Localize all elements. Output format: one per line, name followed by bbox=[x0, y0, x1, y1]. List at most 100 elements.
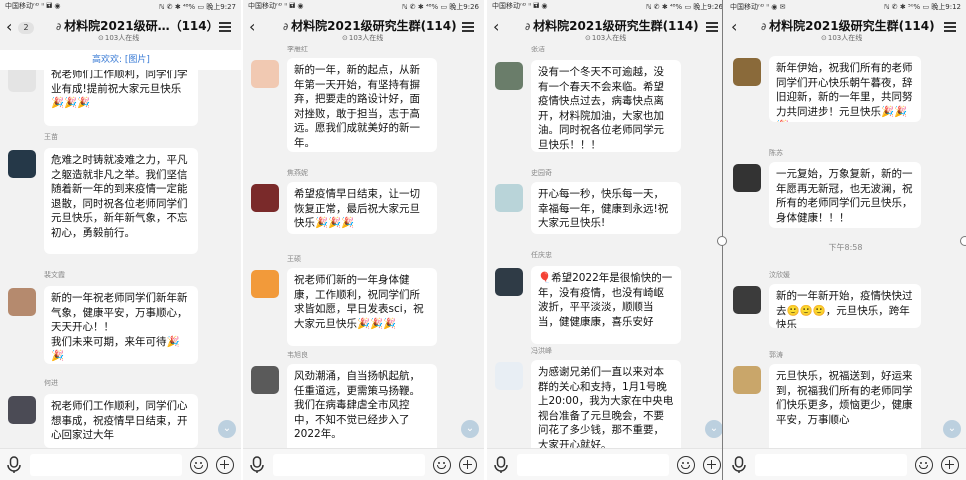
avatar[interactable] bbox=[495, 362, 523, 390]
sender-name: 史园奇 bbox=[531, 169, 552, 177]
message-bubble[interactable]: 危难之时铸就凌难之力，平凡之躯造就非凡之举。我们坚信随着新一年的到来疫情一定能退… bbox=[44, 148, 198, 254]
plus-icon[interactable] bbox=[459, 456, 477, 474]
chat-title-text: 材料院2021级研…（114） bbox=[64, 19, 219, 33]
menu-icon[interactable] bbox=[219, 22, 231, 32]
message-bubble[interactable]: 新的一年祝老师同学们新年新气象，健康平安，万事顺心，天天开心！！ 我们未来可期，… bbox=[44, 286, 198, 364]
emoji-icon[interactable] bbox=[677, 456, 695, 474]
avatar[interactable] bbox=[8, 396, 36, 424]
message-bubble[interactable]: 一元复始，万象复新，新的一年愿再无新冠，也无波澜，祝所有的老师同学们元旦快乐，身… bbox=[769, 162, 921, 228]
message-input[interactable] bbox=[273, 454, 425, 476]
plus-icon[interactable] bbox=[703, 456, 721, 474]
online-count: ⊙103人在线 bbox=[585, 33, 626, 43]
avatar[interactable] bbox=[8, 288, 36, 316]
input-bar bbox=[0, 448, 241, 480]
avatar[interactable] bbox=[495, 184, 523, 212]
plus-icon[interactable] bbox=[941, 456, 959, 474]
avatar[interactable] bbox=[495, 62, 523, 90]
avatar[interactable] bbox=[733, 286, 761, 314]
sender-name: 张洁 bbox=[531, 46, 545, 53]
voice-icon[interactable] bbox=[6, 456, 22, 474]
scroll-down-icon[interactable]: ⌄ bbox=[218, 420, 236, 438]
voice-icon[interactable] bbox=[249, 456, 265, 474]
avatar[interactable] bbox=[8, 150, 36, 178]
scroll-down-icon[interactable]: ⌄ bbox=[943, 420, 961, 438]
sender-name: 陈苏 bbox=[769, 149, 783, 157]
avatar[interactable] bbox=[251, 60, 279, 88]
voice-icon[interactable] bbox=[731, 456, 747, 474]
back-arrow-icon[interactable]: ‹ bbox=[6, 18, 12, 36]
phone-screen: 中国移动ⁿᴰ ᴵᴵ ◉ ✉ ℕ ✆ ✱ ⁵⁰% ▭ 晚上9:12 ‹ ∂ 材料院2021… bbox=[725, 0, 966, 480]
avatar[interactable] bbox=[733, 58, 761, 86]
menu-icon[interactable] bbox=[944, 22, 956, 32]
group-clock-icon: ∂ bbox=[56, 22, 62, 33]
sender-name: 韦旭良 bbox=[287, 351, 308, 359]
message-input[interactable] bbox=[755, 454, 907, 476]
new-message-notice[interactable]: 高欢欢: [图片] bbox=[0, 50, 241, 70]
menu-icon[interactable] bbox=[706, 22, 718, 32]
sender-name: 焦燕妮 bbox=[287, 169, 308, 177]
message-bubble[interactable]: 祝老师们工作顺利，同学们学业有成!提前祝大家元旦快乐🎉🎉🎉 bbox=[44, 62, 198, 126]
back-arrow-icon[interactable]: ‹ bbox=[731, 18, 737, 36]
avatar[interactable] bbox=[251, 184, 279, 212]
back-arrow-icon[interactable]: ‹ bbox=[493, 18, 499, 36]
message-bubble[interactable]: 新的一年，新的起点，从新年第一天开始，有坚持有摒弃，把要走的路设计好，面对挫败，… bbox=[287, 58, 437, 152]
message-bubble[interactable]: 新年伊始，祝我们所有的老师同学们开心快乐朝午暮夜，辞旧迎新，新的一年里，共同努力… bbox=[769, 56, 921, 122]
chat-messages[interactable]: 新年伊始，祝我们所有的老师同学们开心快乐朝午暮夜，辞旧迎新，新的一年里，共同努力… bbox=[725, 46, 966, 448]
group-clock-icon: ∂ bbox=[283, 22, 289, 33]
phone-screen: 中国移动ⁿᴰ ᴵᴵ 🖬 ◉ ℕ ✆ ✱ ⁴⁸% ▭ 晚上9:26 ‹ ∂ 材料院2021… bbox=[243, 0, 484, 480]
avatar[interactable] bbox=[495, 268, 523, 296]
phone-screen: 中国移动ⁿᴰ ᴵᴵ 🖬 ◉ ℕ ✆ ✱ ⁴⁸% ▭ 晚上9:26 ‹ ∂ 材料院2021… bbox=[487, 0, 728, 480]
message-input[interactable] bbox=[30, 454, 182, 476]
resize-handle[interactable] bbox=[960, 236, 966, 246]
phone-screen: 中国移动ⁿᴰ ᴵᴵ 🖬 ◉ ℕ ✆ ✱ ⁴⁸% ▭ 晚上9:27 ‹ 2 ∂ 材料院202… bbox=[0, 0, 241, 480]
back-arrow-icon[interactable]: ‹ bbox=[249, 18, 255, 36]
chat-messages[interactable]: 祝老师们工作顺利，同学们学业有成!提前祝大家元旦快乐🎉🎉🎉 王苗 危难之时铸就凌难之… bbox=[0, 46, 241, 448]
sender-name: 裴文霞 bbox=[44, 271, 65, 279]
status-bar: 中国移动ⁿᴰ ᴵᴵ 🖬 ◉ ℕ ✆ ✱ ⁴⁸% ▭ 晚上9:26 bbox=[487, 0, 728, 14]
carrier-label: 中国移动ⁿᴰ ᴵᴵ 🖬 ◉ bbox=[492, 2, 548, 10]
message-bubble[interactable]: 元旦快乐，祝福送到，好运来到，祝福我们所有的老师同学们快乐更多，烦恼更少，健康平… bbox=[769, 364, 921, 448]
avatar[interactable] bbox=[733, 164, 761, 192]
scroll-down-icon[interactable]: ⌄ bbox=[705, 420, 723, 438]
message-bubble[interactable]: 希望疫情早日结束，让一切恢复正常，最后祝大家元旦快乐🎉🎉🎉 bbox=[287, 182, 437, 234]
chat-title: ∂ 材料院2021级研究生群(114) bbox=[283, 17, 457, 34]
chat-messages[interactable]: 张洁没有一个冬天不可逾越，没有一个春天不会来临。希望疫情快点过去，病毒快点离开，… bbox=[487, 46, 728, 448]
status-right: ℕ ✆ ✱ ⁵⁰% ▭ 晚上9:12 bbox=[883, 3, 961, 11]
voice-icon[interactable] bbox=[493, 456, 509, 474]
emoji-icon[interactable] bbox=[190, 456, 208, 474]
sender-name: 王硕 bbox=[287, 255, 301, 263]
carrier-label: 中国移动ⁿᴰ ᴵᴵ ◉ ✉ bbox=[730, 3, 786, 11]
emoji-icon[interactable] bbox=[915, 456, 933, 474]
menu-icon[interactable] bbox=[462, 22, 474, 32]
avatar[interactable] bbox=[251, 270, 279, 298]
chat-titlebar: ‹ ∂ 材料院2021级研究生群(114) ⊙103人在线 bbox=[725, 14, 966, 46]
message-bubble[interactable]: 风劲潮涌，自当扬帆起航，任重道远，更需策马扬鞭。我们在病毒肆虐全市风控中，不知不… bbox=[287, 364, 437, 448]
status-right: ℕ ✆ ✱ ⁴⁸% ▭ 晚上9:26 bbox=[401, 3, 479, 11]
message-bubble[interactable]: 🎈希望2022年是很愉快的一年，没有疫情，也没有崎岖波折，平平淡淡，顺顺当当，健… bbox=[531, 266, 681, 344]
plus-icon[interactable] bbox=[216, 456, 234, 474]
message-bubble[interactable]: 祝老师们工作顺利，同学们心想事成，祝疫情早日结束，开心回家过大年 bbox=[44, 394, 198, 448]
message-bubble[interactable]: 开心每一秒，快乐每一天，幸福每一年，健康到永远!祝大家元旦快乐! bbox=[531, 182, 681, 234]
chat-title: ∂ 材料院2021级研究生群(114) bbox=[761, 17, 935, 34]
scroll-down-icon[interactable]: ⌄ bbox=[461, 420, 479, 438]
message-input[interactable] bbox=[517, 454, 669, 476]
status-bar: 中国移动ⁿᴰ ᴵᴵ 🖬 ◉ ℕ ✆ ✱ ⁴⁸% ▭ 晚上9:27 bbox=[0, 0, 241, 14]
status-right: ℕ ✆ ✱ ⁴⁸% ▭ 晚上9:26 bbox=[645, 3, 723, 11]
message-bubble[interactable]: 为感谢兄弟们一直以来对本群的关心和支持，1月1号晚上20:00，我为大家在中央电… bbox=[531, 360, 681, 448]
input-bar bbox=[487, 448, 728, 480]
avatar[interactable] bbox=[733, 366, 761, 394]
chat-title: ∂ 材料院2021级研究生群(114) bbox=[525, 17, 699, 34]
input-bar bbox=[725, 448, 966, 480]
status-bar: 中国移动ⁿᴰ ᴵᴵ 🖬 ◉ ℕ ✆ ✱ ⁴⁸% ▭ 晚上9:26 bbox=[243, 0, 484, 14]
emoji-icon[interactable] bbox=[433, 456, 451, 474]
chat-messages[interactable]: 李雁红新的一年，新的起点，从新年第一天开始，有坚持有摒弃，把要走的路设计好，面对… bbox=[243, 46, 484, 448]
sender-name: 李雁红 bbox=[287, 46, 308, 53]
avatar[interactable] bbox=[251, 366, 279, 394]
message-bubble[interactable]: 祝老师们新的一年身体健康，工作顺利，祝同学们所求皆如愿，早日发表sci，祝大家元… bbox=[287, 268, 437, 346]
chat-titlebar: ‹ 2 ∂ 材料院2021级研…（114） ⊙103人在线 bbox=[0, 14, 241, 46]
message-bubble[interactable]: 新的一年新开始，疫情快快过去🙂🙂🙂，元旦快乐，跨年快乐 bbox=[769, 284, 921, 328]
group-clock-icon: ∂ bbox=[525, 22, 531, 33]
resize-handle[interactable] bbox=[717, 236, 727, 246]
chat-titlebar: ‹ ∂ 材料院2021级研究生群(114) ⊙103人在线 bbox=[243, 14, 484, 46]
message-bubble[interactable]: 没有一个冬天不可逾越，没有一个春天不会来临。希望疫情快点过去，病毒快点离开，材料… bbox=[531, 60, 681, 152]
